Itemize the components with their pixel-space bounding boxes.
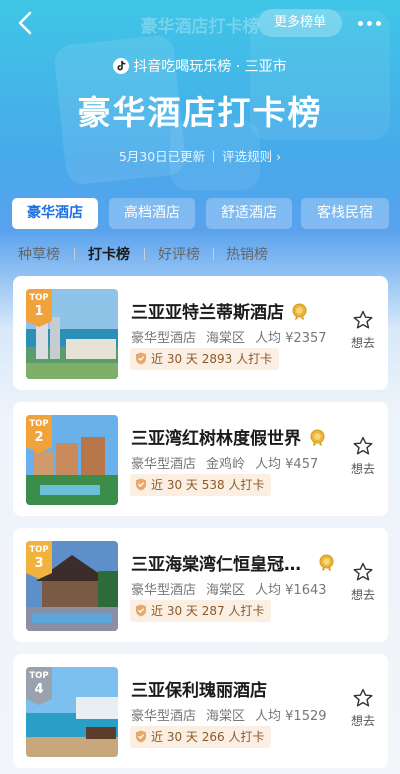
hotel-type: 豪华型酒店 bbox=[131, 709, 197, 724]
hotel-area: 海棠区 bbox=[206, 709, 246, 724]
more-dots-icon bbox=[376, 21, 381, 26]
rank-label: TOP bbox=[29, 419, 49, 429]
checkin-count: 近 30 天 538 人打卡 bbox=[151, 478, 265, 492]
checkin-count: 近 30 天 2893 人打卡 bbox=[151, 352, 273, 366]
want-to-go-label: 想去 bbox=[350, 588, 375, 602]
chevron-right-icon: › bbox=[276, 149, 282, 164]
update-info: 5月30日已更新 评选规则 › bbox=[0, 146, 400, 165]
tab-inn-homestay[interactable]: 客栈民宿 bbox=[301, 198, 389, 229]
gold-medal-icon bbox=[319, 554, 334, 571]
top-bar: 豪华酒店打卡榜 更多榜单 bbox=[0, 0, 400, 48]
want-to-go-label: 想去 bbox=[350, 462, 375, 476]
subtab-best-selling[interactable]: 热销榜 bbox=[226, 244, 268, 264]
hotel-area: 海棠区 bbox=[206, 331, 246, 346]
hotel-price: 人均 ¥1643 bbox=[255, 583, 327, 598]
updated-date: 5月30日已更新 bbox=[118, 149, 206, 164]
hotel-meta: 豪华型酒店 海棠区 人均 ¥1643 bbox=[131, 579, 337, 598]
star-outline-icon bbox=[353, 688, 373, 707]
divider bbox=[213, 151, 215, 162]
more-options-button[interactable] bbox=[356, 12, 384, 34]
star-outline-icon bbox=[353, 436, 373, 455]
gold-medal-icon bbox=[292, 303, 307, 320]
more-dots-icon bbox=[367, 21, 372, 26]
checkin-badge: 近 30 天 2893 人打卡 bbox=[130, 348, 280, 370]
hotel-area: 海棠区 bbox=[206, 583, 246, 598]
rank-badge: TOP 4 bbox=[26, 667, 52, 705]
checkin-count: 近 30 天 266 人打卡 bbox=[151, 730, 265, 744]
checkin-badge: 近 30 天 266 人打卡 bbox=[130, 726, 272, 748]
checkin-count: 近 30 天 287 人打卡 bbox=[151, 604, 265, 618]
hotel-area: 金鸡岭 bbox=[206, 457, 246, 472]
subtab-checkin[interactable]: 打卡榜 bbox=[88, 244, 130, 264]
hotel-meta: 豪华型酒店 金鸡岭 人均 ¥457 bbox=[131, 453, 328, 472]
rank-label: TOP bbox=[29, 293, 49, 303]
rules-link[interactable]: 评选规则 › bbox=[222, 149, 281, 164]
divider bbox=[213, 248, 214, 260]
hotel-type: 豪华型酒店 bbox=[131, 457, 197, 472]
hotel-card[interactable]: TOP 4 三亚保利瑰丽酒店 豪华型酒店 海棠区 人均 ¥1529 近 30 天 2… bbox=[13, 654, 388, 768]
subtab-recommend[interactable]: 种草榜 bbox=[18, 244, 60, 264]
want-to-go-button[interactable]: 想去 bbox=[348, 688, 378, 732]
want-to-go-label: 想去 bbox=[350, 336, 375, 350]
page-title: 豪华酒店打卡榜 bbox=[77, 93, 323, 132]
want-to-go-button[interactable]: 想去 bbox=[348, 562, 378, 606]
shield-check-icon bbox=[136, 352, 146, 365]
want-to-go-button[interactable]: 想去 bbox=[348, 436, 378, 480]
douyin-logo-icon bbox=[113, 58, 130, 74]
shield-check-icon bbox=[136, 604, 146, 617]
hotel-price: 人均 ¥457 bbox=[255, 457, 319, 472]
hotel-name: 三亚保利瑰丽酒店 bbox=[131, 681, 267, 701]
rank-number: 3 bbox=[34, 556, 44, 571]
hotel-meta: 豪华型酒店 海棠区 人均 ¥2357 bbox=[131, 327, 337, 346]
want-to-go-button[interactable]: 想去 bbox=[348, 310, 378, 354]
divider bbox=[144, 248, 145, 260]
rank-badge: TOP 3 bbox=[26, 541, 52, 579]
rank-badge: TOP 1 bbox=[26, 289, 52, 327]
rules-label: 评选规则 bbox=[222, 149, 273, 164]
rank-number: 4 bbox=[34, 682, 44, 697]
rank-number: 1 bbox=[34, 304, 44, 319]
category-tabs: 豪华酒店 高档酒店 舒适酒店 客栈民宿 bbox=[12, 198, 392, 230]
hotel-name: 三亚亚特兰蒂斯酒店 bbox=[131, 303, 284, 323]
hotel-name: 三亚湾红树林度假世界 bbox=[131, 429, 301, 449]
brand-line: 抖音吃喝玩乐榜 · 三亚市 bbox=[0, 56, 400, 76]
shield-check-icon bbox=[136, 730, 146, 743]
shield-check-icon bbox=[136, 478, 146, 491]
hotel-type: 豪华型酒店 bbox=[131, 583, 197, 598]
hotel-price: 人均 ¥1529 bbox=[255, 709, 327, 724]
want-to-go-label: 想去 bbox=[350, 714, 375, 728]
rank-label: TOP bbox=[29, 671, 49, 681]
subtab-top-rated[interactable]: 好评榜 bbox=[158, 244, 200, 264]
hotel-card[interactable]: TOP 2 三亚湾红树林度假世界 豪华型酒店 金鸡岭 人均 ¥457 近 30 天 … bbox=[13, 402, 388, 516]
star-outline-icon bbox=[353, 310, 373, 329]
rank-badge: TOP 2 bbox=[26, 415, 52, 453]
hotel-card[interactable]: TOP 1 三亚亚特兰蒂斯酒店 豪华型酒店 海棠区 人均 ¥2357 近 30 天 … bbox=[13, 276, 388, 390]
hotel-card[interactable]: TOP 3 三亚海棠湾仁恒皇冠… 豪华型酒店 海棠区 人均 ¥1643 近 30 天… bbox=[13, 528, 388, 642]
hotel-photo: TOP 4 bbox=[26, 667, 118, 757]
rank-label: TOP bbox=[29, 545, 49, 555]
hotel-name: 三亚海棠湾仁恒皇冠… bbox=[131, 555, 301, 575]
hotel-photo: TOP 3 bbox=[26, 541, 118, 631]
hotel-photo: TOP 2 bbox=[26, 415, 118, 505]
tab-comfort-hotel[interactable]: 舒适酒店 bbox=[206, 198, 292, 229]
star-outline-icon bbox=[353, 562, 373, 581]
hotel-photo: TOP 1 bbox=[26, 289, 118, 379]
more-lists-button[interactable]: 更多榜单 bbox=[258, 9, 342, 37]
rank-number: 2 bbox=[34, 430, 44, 445]
checkin-badge: 近 30 天 538 人打卡 bbox=[130, 474, 272, 496]
more-dots-icon bbox=[358, 21, 363, 26]
divider bbox=[74, 248, 75, 260]
tab-luxury-hotel[interactable]: 豪华酒店 bbox=[12, 198, 98, 229]
hotel-type: 豪华型酒店 bbox=[131, 331, 197, 346]
tab-upscale-hotel[interactable]: 高档酒店 bbox=[109, 198, 195, 229]
hotel-price: 人均 ¥2357 bbox=[255, 331, 327, 346]
checkin-badge: 近 30 天 287 人打卡 bbox=[130, 600, 272, 622]
brand-text: 抖音吃喝玩乐榜 · 三亚市 bbox=[133, 59, 287, 75]
gold-medal-icon bbox=[310, 429, 325, 446]
hotel-meta: 豪华型酒店 海棠区 人均 ¥1529 bbox=[131, 705, 337, 724]
